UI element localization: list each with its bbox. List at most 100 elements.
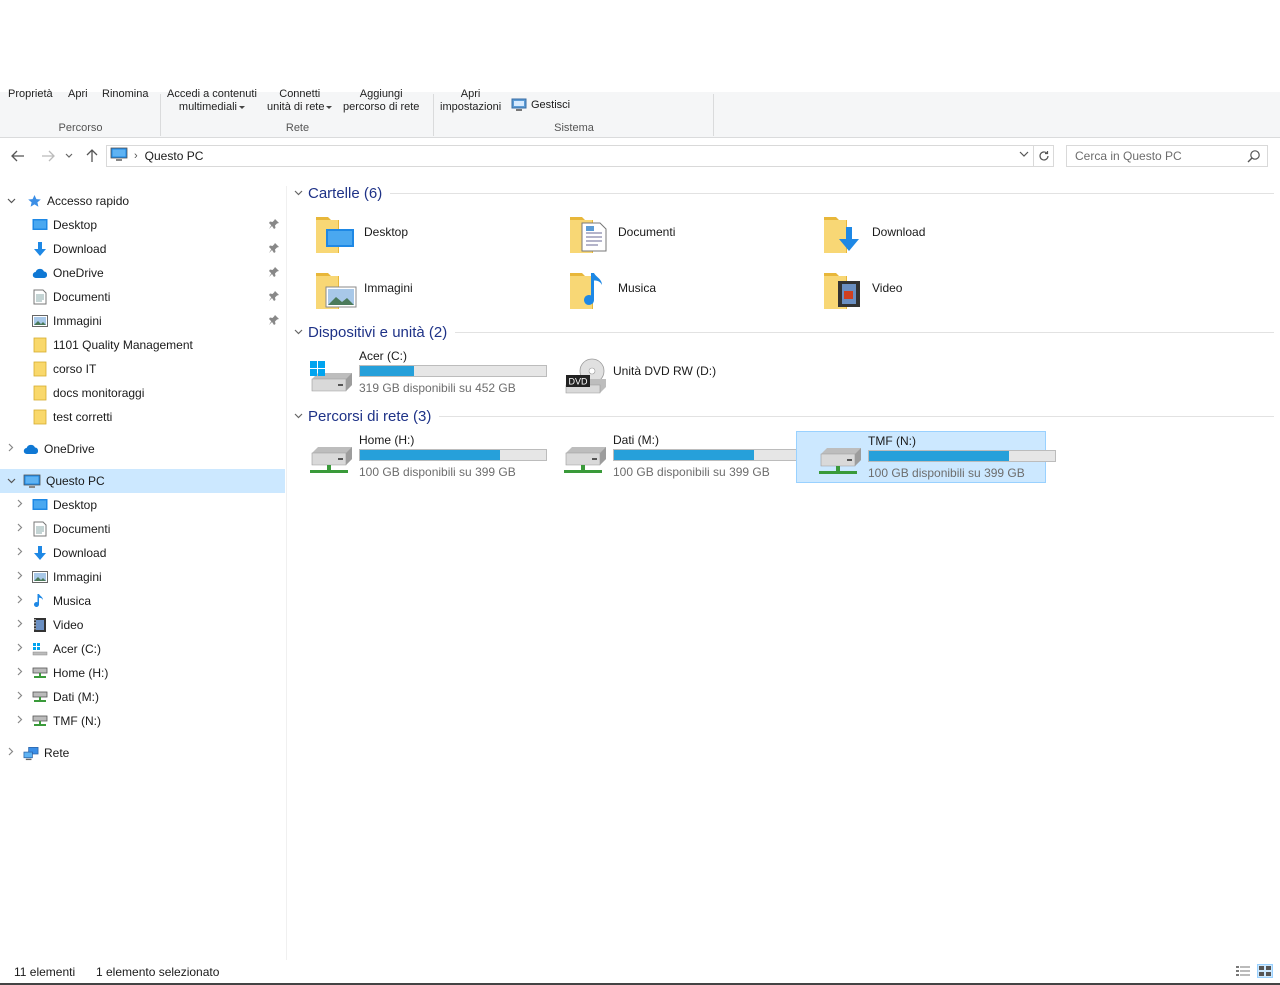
sidebar-item-onedrive[interactable]: OneDrive	[0, 261, 285, 285]
drive-tile-acer-c[interactable]: Acer (C:) 319 GB disponibili su 452 GB	[288, 347, 547, 399]
pin-icon[interactable]	[268, 314, 280, 329]
sidebar-item-desktop[interactable]: Desktop	[0, 213, 285, 237]
collapse-chevron-icon[interactable]	[6, 476, 16, 487]
section-header-network[interactable]: Percorsi di rete (3)	[294, 406, 1274, 426]
collapse-chevron-icon[interactable]	[294, 188, 308, 199]
sidebar-item-corso-it[interactable]: corso IT	[0, 357, 285, 381]
back-button[interactable]	[8, 144, 28, 168]
recent-locations-button[interactable]	[62, 144, 76, 168]
network-drive-icon	[308, 441, 356, 477]
address-bar[interactable]: › Questo PC	[106, 145, 1034, 167]
expand-chevron-icon[interactable]	[15, 667, 25, 679]
sidebar-item-pc-desktop[interactable]: Desktop	[0, 493, 285, 517]
collapse-chevron-icon[interactable]	[6, 196, 16, 207]
open-settings-button[interactable]: Apri impostazioni	[440, 88, 501, 114]
expand-chevron-icon[interactable]	[15, 643, 25, 655]
sidebar-item-download[interactable]: Download	[0, 237, 285, 261]
section-header-folders[interactable]: Cartelle (6)	[294, 183, 1274, 203]
sidebar-item-pc-download[interactable]: Download	[0, 541, 285, 565]
expand-chevron-icon[interactable]	[15, 595, 25, 607]
folder-tile-desktop[interactable]: Desktop	[292, 207, 542, 257]
sidebar-item-pc-musica[interactable]: Musica	[0, 589, 285, 613]
chevron-down-icon	[238, 105, 245, 109]
network-drive-tile-home-h[interactable]: Home (H:) 100 GB disponibili su 399 GB	[288, 431, 547, 483]
expand-chevron-icon[interactable]	[15, 523, 25, 535]
ribbon-group-sistema: Apri impostazioni Gestisci Sistema	[434, 88, 714, 138]
refresh-button[interactable]	[1034, 145, 1054, 167]
ribbon-group-percorso: Proprietà Apri Rinomina Percorso	[0, 88, 161, 138]
item-count: 11 elementi	[14, 965, 76, 979]
sidebar-item-label: Video	[53, 618, 84, 632]
add-network-location-button[interactable]: Aggiungi percorso di rete	[343, 88, 419, 114]
sidebar-item-pc-video[interactable]: Video	[0, 613, 285, 637]
network-drive-tile-dati-m[interactable]: Dati (M:) 100 GB disponibili su 399 GB	[542, 431, 801, 483]
expand-chevron-icon[interactable]	[15, 619, 25, 631]
pictures-icon	[32, 313, 48, 329]
expand-chevron-icon[interactable]	[6, 443, 16, 455]
details-view-button[interactable]	[1235, 964, 1251, 978]
music-folder-icon	[568, 265, 614, 311]
expand-chevron-icon[interactable]	[15, 715, 25, 727]
pin-icon[interactable]	[268, 218, 280, 233]
drive-usage-bar	[613, 449, 801, 461]
properties-button[interactable]: Proprietà	[8, 88, 53, 101]
search-icon[interactable]	[1247, 149, 1261, 166]
pictures-folder-icon	[314, 265, 360, 311]
collapse-chevron-icon[interactable]	[294, 411, 308, 422]
sidebar-item-pc-tmf-n[interactable]: TMF (N:)	[0, 709, 285, 733]
search-input[interactable]	[1067, 146, 1237, 166]
pin-icon[interactable]	[268, 242, 280, 257]
pin-icon[interactable]	[268, 266, 280, 281]
access-media-button[interactable]: Accedi a contenuti multimediali	[167, 88, 257, 114]
content-pane: Cartelle (6) Desktop Documenti Download Imm…	[288, 178, 1280, 960]
expand-chevron-icon[interactable]	[15, 691, 25, 703]
drive-tile-dvd[interactable]: DVD Unità DVD RW (D:)	[542, 347, 792, 399]
folder-icon	[32, 361, 48, 377]
sidebar-item-immagini[interactable]: Immagini	[0, 309, 285, 333]
sidebar-item-pc-acer-c[interactable]: Acer (C:)	[0, 637, 285, 661]
sidebar-item-docs-monitoraggi[interactable]: docs monitoraggi	[0, 381, 285, 405]
folder-tile-video[interactable]: Video	[800, 263, 1050, 313]
section-header-devices[interactable]: Dispositivi e unità (2)	[294, 322, 1274, 342]
network-drive-icon	[32, 713, 48, 729]
folder-tile-documenti[interactable]: Documenti	[546, 207, 796, 257]
sidebar-item-test-corretti[interactable]: test corretti	[0, 405, 285, 429]
map-network-drive-button[interactable]: Connetti unità di rete	[267, 88, 333, 114]
forward-button[interactable]	[38, 144, 58, 168]
sidebar-item-quick-access[interactable]: Accesso rapido	[0, 189, 285, 213]
sidebar-item-pc-documenti[interactable]: Documenti	[0, 517, 285, 541]
folder-name: Immagini	[364, 281, 413, 295]
sidebar-item-this-pc[interactable]: Questo PC	[0, 469, 285, 493]
sidebar-item-onedrive[interactable]: OneDrive	[0, 437, 285, 461]
address-dropdown-icon[interactable]	[1019, 149, 1029, 160]
up-button[interactable]	[82, 144, 102, 168]
access-media-label-1: Accedi a contenuti	[167, 88, 257, 100]
sidebar-item-network[interactable]: Rete	[0, 741, 285, 765]
refresh-icon	[1038, 151, 1049, 161]
sidebar-item-documenti[interactable]: Documenti	[0, 285, 285, 309]
sidebar-item-pc-dati-m[interactable]: Dati (M:)	[0, 685, 285, 709]
sidebar-item-label: 1101 Quality Management	[53, 338, 193, 352]
collapse-chevron-icon[interactable]	[294, 327, 308, 338]
pin-icon[interactable]	[268, 290, 280, 305]
expand-chevron-icon[interactable]	[15, 499, 25, 511]
folder-tile-musica[interactable]: Musica	[546, 263, 796, 313]
large-icons-view-button[interactable]	[1257, 964, 1273, 978]
sidebar-item-label: Documenti	[53, 522, 111, 536]
folder-name: Musica	[618, 281, 657, 295]
network-drive-tile-tmf-n[interactable]: TMF (N:) 100 GB disponibili su 399 GB	[796, 431, 1056, 483]
expand-chevron-icon[interactable]	[15, 571, 25, 583]
chevron-down-icon	[65, 153, 73, 158]
sidebar-item-pc-immagini[interactable]: Immagini	[0, 565, 285, 589]
sidebar-item-pc-home-h[interactable]: Home (H:)	[0, 661, 285, 685]
folder-tile-download[interactable]: Download	[800, 207, 1050, 257]
rename-button[interactable]: Rinomina	[102, 88, 148, 101]
open-button[interactable]: Apri	[68, 88, 88, 101]
expand-chevron-icon[interactable]	[15, 547, 25, 559]
sidebar-item-1101-quality-management[interactable]: 1101 Quality Management	[0, 333, 285, 357]
breadcrumb-this-pc[interactable]: Questo PC	[145, 149, 204, 163]
expand-chevron-icon[interactable]	[6, 747, 16, 759]
folder-tile-immagini[interactable]: Immagini	[292, 263, 542, 313]
search-box[interactable]	[1066, 145, 1268, 167]
manage-button[interactable]: Gestisci	[511, 98, 570, 112]
